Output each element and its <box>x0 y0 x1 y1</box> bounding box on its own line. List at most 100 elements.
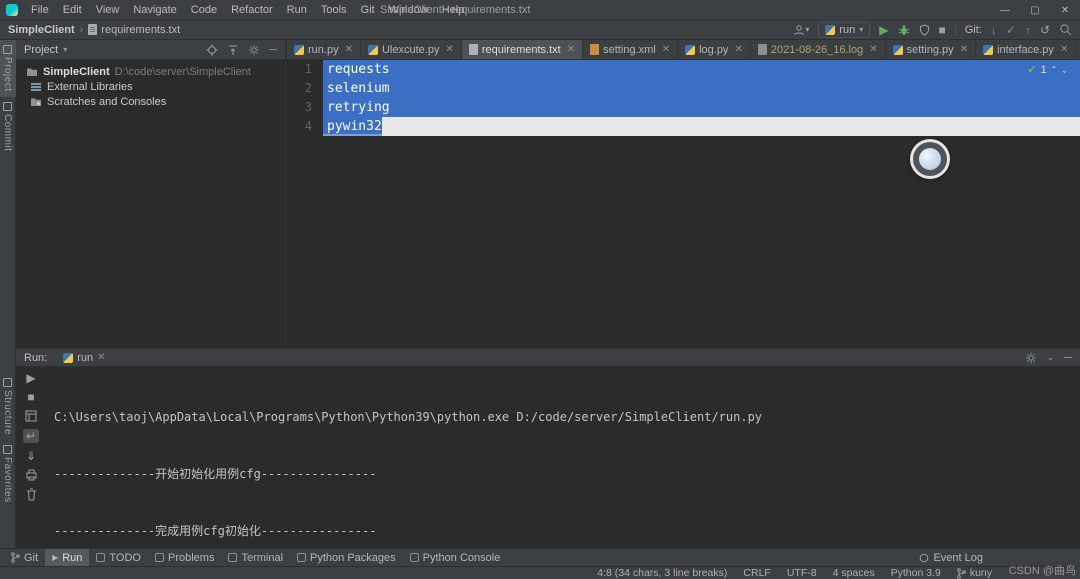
toolwindow-problems-button[interactable]: Problems <box>148 549 221 567</box>
scratches-folder-icon <box>31 98 41 106</box>
menu-run[interactable]: Run <box>280 0 314 20</box>
breadcrumb-project[interactable]: SimpleClient <box>8 24 75 36</box>
restore-layout-icon[interactable] <box>25 410 37 422</box>
toolwindow-python-console-label: Python Console <box>422 551 501 564</box>
tab-setting-xml[interactable]: setting.xml ✕ <box>583 40 679 59</box>
chevron-down-icon: ▾ <box>859 25 864 34</box>
maximize-button[interactable]: ▢ <box>1020 0 1050 20</box>
caret-position-widget[interactable]: 4:8 (34 chars, 3 line breaks) <box>597 567 727 579</box>
python-packages-tool-icon <box>297 553 307 562</box>
text-editor[interactable]: 1 requests 2 selenium 3 retrying 4 pywin… <box>287 60 1080 348</box>
close-tab-icon[interactable]: ✕ <box>869 44 877 55</box>
tab-interface-py[interactable]: interface.py ✕ <box>976 40 1077 59</box>
menu-navigate[interactable]: Navigate <box>126 0 183 20</box>
close-tab-icon[interactable]: ✕ <box>97 352 105 363</box>
close-tab-icon[interactable]: ✕ <box>445 44 453 55</box>
window-title: SimpleClient - requirements.txt <box>380 4 531 16</box>
scroll-to-end-icon[interactable]: ⇓ <box>26 450 36 462</box>
interpreter-widget[interactable]: Python 3.9 <box>891 567 941 579</box>
stripe-project-button[interactable]: Project <box>0 40 16 97</box>
stripe-structure-button[interactable]: Structure <box>0 373 16 440</box>
project-root-name: SimpleClient <box>43 65 110 78</box>
settings-gear-icon[interactable] <box>1025 352 1037 364</box>
stripe-favorites-button[interactable]: Favorites <box>0 440 16 508</box>
tab-requirements-txt[interactable]: requirements.txt ✕ <box>461 40 584 59</box>
toolwindow-todo-button[interactable]: TODO <box>89 549 148 567</box>
line-separator-widget[interactable]: CRLF <box>743 567 770 579</box>
print-icon[interactable] <box>25 469 38 481</box>
project-panel-title[interactable]: Project <box>24 44 58 56</box>
close-tab-icon[interactable]: ✕ <box>567 44 575 55</box>
tree-item-project-root[interactable]: SimpleClient D:\code\server\SimpleClient <box>16 64 285 79</box>
menu-refactor[interactable]: Refactor <box>224 0 280 20</box>
close-tab-icon[interactable]: ✕ <box>1060 44 1068 55</box>
tab-log-py[interactable]: log.py ✕ <box>678 40 751 59</box>
menu-view[interactable]: View <box>89 0 127 20</box>
locate-file-icon[interactable] <box>206 43 219 56</box>
tab-2021-08-26-log[interactable]: 2021-08-26_16.log ✕ <box>751 40 886 59</box>
toolwindow-python-packages-button[interactable]: Python Packages <box>290 549 403 567</box>
tab-setting-py[interactable]: setting.py ✕ <box>886 40 977 59</box>
settings-gear-icon[interactable] <box>248 44 260 56</box>
editor-line[interactable]: 1 requests <box>287 60 1080 79</box>
editor-tab-bar: run.py ✕ Ulexcute.py ✕ requirements.txt … <box>287 40 1080 60</box>
toolwindow-python-console-button[interactable]: Python Console <box>403 549 508 567</box>
menu-edit[interactable]: Edit <box>56 0 89 20</box>
hide-panel-icon[interactable]: ─ <box>1064 352 1072 364</box>
tree-item-external-libraries[interactable]: External Libraries <box>16 79 285 94</box>
close-tab-icon[interactable]: ✕ <box>960 44 968 55</box>
search-everywhere-icon[interactable] <box>1059 23 1072 36</box>
clear-console-icon[interactable] <box>26 488 37 501</box>
run-configuration-select[interactable]: run ▾ <box>818 21 871 38</box>
collapse-all-icon[interactable] <box>227 44 239 56</box>
close-tab-icon[interactable]: ✕ <box>662 44 670 55</box>
toolwindow-run-button[interactable]: ▶ Run <box>45 548 90 567</box>
stripe-commit-button[interactable]: Commit <box>0 97 16 156</box>
project-tool-icon <box>3 45 12 54</box>
minimize-button[interactable]: — <box>990 0 1020 20</box>
window-controls: — ▢ ✕ <box>990 0 1080 20</box>
inspections-ok-icon: ✓ <box>1027 64 1037 76</box>
editor-line[interactable]: 2 selenium <box>287 79 1080 98</box>
tree-item-scratches[interactable]: Scratches and Consoles <box>16 94 285 109</box>
run-console-output[interactable]: C:\Users\taoj\AppData\Local\Programs\Pyt… <box>46 367 1080 548</box>
menu-tools[interactable]: Tools <box>314 0 354 20</box>
menu-file[interactable]: File <box>24 0 56 20</box>
editor-line-caret[interactable]: 4 pywin32 <box>287 117 1080 136</box>
toolwindow-git-button[interactable]: Git <box>4 549 45 567</box>
tab-ulexcute-py[interactable]: Ulexcute.py ✕ <box>361 40 462 59</box>
run-button[interactable]: ▶ <box>879 24 888 36</box>
tab-run-py[interactable]: run.py ✕ <box>287 40 361 59</box>
indent-widget[interactable]: 4 spaces <box>833 567 875 579</box>
inspection-widget[interactable]: ✓ 1 ⌃ ⌃ <box>1027 63 1068 77</box>
editor-line[interactable]: 3 retrying <box>287 98 1080 117</box>
close-button[interactable]: ✕ <box>1050 0 1080 20</box>
git-branch-widget[interactable]: kuny <box>957 567 992 579</box>
toolwindow-terminal-button[interactable]: Terminal <box>221 549 290 567</box>
menu-code[interactable]: Code <box>184 0 224 20</box>
git-commit-icon[interactable]: ✓ <box>1006 24 1016 36</box>
rerun-icon[interactable]: ▶ <box>26 372 35 384</box>
menu-git[interactable]: Git <box>354 0 382 20</box>
breadcrumb-file[interactable]: requirements.txt <box>101 24 180 36</box>
stop-button[interactable]: ■ <box>939 24 946 36</box>
collapse-panel-icon[interactable]: ⌄ <box>1047 352 1055 363</box>
folder-icon <box>27 68 37 76</box>
debug-button[interactable] <box>898 24 910 36</box>
close-tab-icon[interactable]: ✕ <box>345 44 353 55</box>
prev-problem-icon[interactable]: ⌃ <box>1051 65 1058 74</box>
event-log-button[interactable]: Event Log <box>912 549 990 567</box>
encoding-widget[interactable]: UTF-8 <box>787 567 817 579</box>
git-rollback-icon[interactable]: ↺ <box>1040 24 1050 36</box>
git-update-icon[interactable]: ↓ <box>991 24 997 36</box>
bottom-tool-window-bar: Git ▶ Run TODO Problems Terminal Python … <box>0 548 1080 567</box>
git-push-icon[interactable]: ↑ <box>1025 24 1031 36</box>
close-tab-icon[interactable]: ✕ <box>734 44 742 55</box>
run-console-tab[interactable]: run ✕ <box>57 349 111 366</box>
hide-panel-icon[interactable]: ─ <box>269 44 277 56</box>
user-account-icon[interactable]: ▾ <box>793 24 809 36</box>
soft-wrap-icon[interactable]: ↵ <box>22 429 40 443</box>
coverage-button[interactable] <box>919 23 930 36</box>
next-problem-icon[interactable]: ⌃ <box>1061 65 1068 74</box>
stop-icon[interactable]: ■ <box>27 391 34 403</box>
